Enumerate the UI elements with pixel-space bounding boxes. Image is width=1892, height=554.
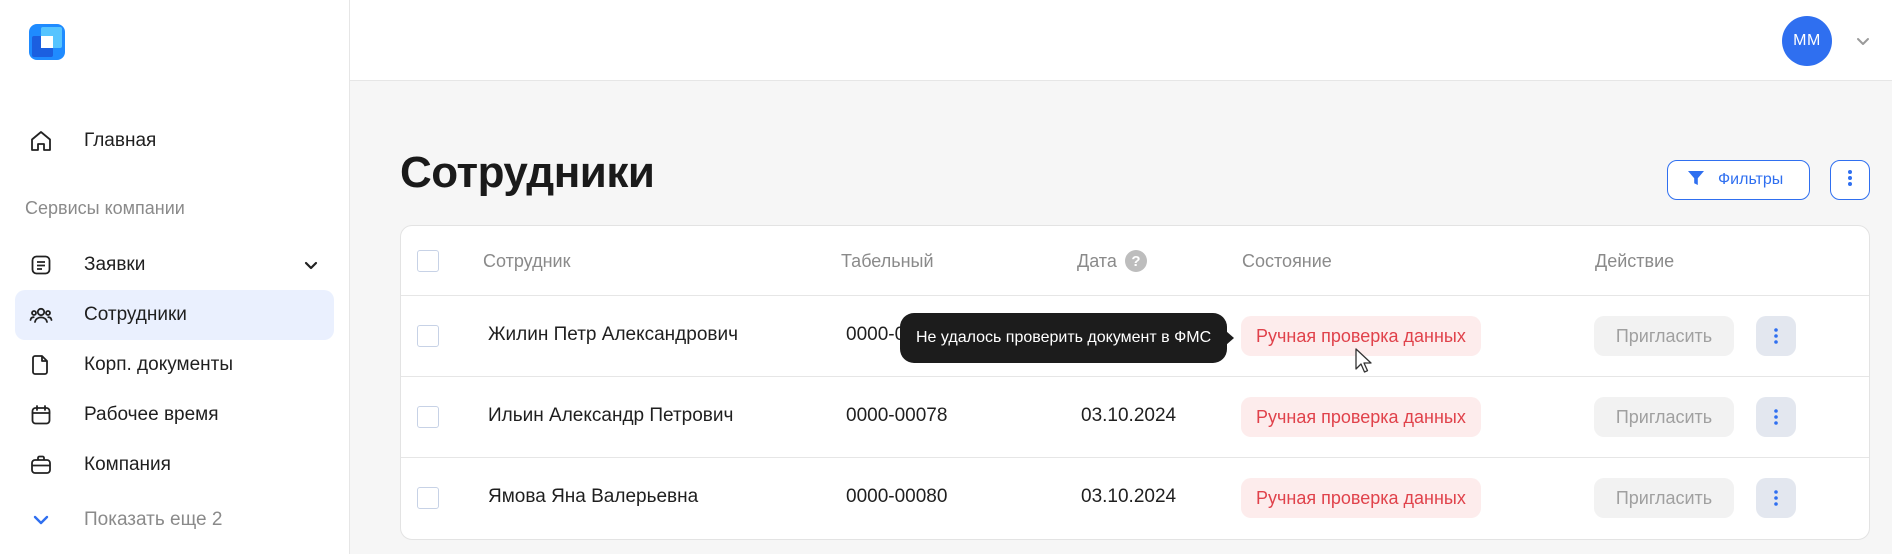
- sidebar-item-label: Сотрудники: [84, 304, 187, 325]
- row-checkbox[interactable]: [417, 487, 439, 509]
- chevron-down-icon: [29, 508, 53, 532]
- sidebar-item-label: Компания: [84, 454, 171, 475]
- filters-button[interactable]: Фильтры: [1667, 160, 1810, 200]
- employee-name[interactable]: Жилин Петр Александрович: [488, 324, 738, 346]
- sidebar-item-work-time[interactable]: Рабочее время: [15, 390, 334, 440]
- date: 03.10.2024: [1081, 486, 1177, 507]
- list-icon: [29, 253, 53, 277]
- status-badge[interactable]: Ручная проверка данных: [1241, 478, 1481, 518]
- kebab-icon: [1774, 409, 1778, 425]
- column-action: Действие: [1595, 251, 1675, 271]
- sidebar-item-label: Заявки: [84, 254, 146, 275]
- invite-button[interactable]: Пригласить: [1594, 316, 1734, 356]
- row-checkbox[interactable]: [417, 325, 439, 347]
- table-row[interactable]: Ямова Яна Валерьевна 0000-00080 03.10.20…: [401, 458, 1869, 539]
- sidebar: Главная Сервисы компании Заявки Сотрудни…: [0, 0, 350, 554]
- briefcase-icon: [29, 453, 53, 477]
- sidebar-item-company[interactable]: Компания: [15, 440, 334, 490]
- column-tab-number[interactable]: Табельный: [841, 251, 934, 272]
- more-options-button[interactable]: [1830, 160, 1870, 200]
- sidebar-item-employees[interactable]: Сотрудники: [15, 290, 334, 340]
- mouse-cursor-icon: [1355, 348, 1372, 373]
- row-more-button[interactable]: [1756, 316, 1796, 356]
- table-header: Сотрудник Табельный Дата ? Состояние Дей…: [401, 226, 1869, 296]
- chevron-down-icon[interactable]: [302, 256, 320, 274]
- topbar: ММ: [350, 0, 1892, 81]
- tab-number: 0000-0: [846, 324, 906, 345]
- home-icon: [29, 129, 53, 153]
- page-title: Сотрудники: [400, 148, 655, 197]
- table-row[interactable]: Ильин Александр Петрович 0000-00078 03.1…: [401, 377, 1869, 458]
- employees-table: Сотрудник Табельный Дата ? Состояние Дей…: [400, 225, 1870, 540]
- filter-icon: [1686, 168, 1706, 193]
- sidebar-item-label: Рабочее время: [84, 404, 219, 425]
- app: Главная Сервисы компании Заявки Сотрудни…: [0, 0, 1892, 554]
- sidebar-item-label: Корп. документы: [84, 354, 233, 375]
- sidebar-item-documents[interactable]: Корп. документы: [15, 340, 334, 390]
- tab-number: 0000-00078: [846, 405, 948, 426]
- filters-label: Фильтры: [1718, 171, 1784, 188]
- row-checkbox[interactable]: [417, 406, 439, 428]
- invite-button[interactable]: Пригласить: [1594, 397, 1734, 437]
- row-more-button[interactable]: [1756, 397, 1796, 437]
- calendar-icon: [29, 403, 53, 427]
- tab-number: 0000-00080: [846, 486, 948, 507]
- show-more-button[interactable]: Показать еще 2: [15, 495, 334, 545]
- kebab-icon: [1847, 169, 1853, 192]
- kebab-icon: [1774, 328, 1778, 344]
- column-employee[interactable]: Сотрудник: [483, 251, 570, 272]
- tooltip: Не удалось проверить документ в ФМС: [900, 313, 1235, 363]
- users-icon: [29, 303, 53, 327]
- show-more-label: Показать еще 2: [84, 509, 223, 530]
- column-state[interactable]: Состояние: [1242, 251, 1332, 272]
- select-all-checkbox[interactable]: [417, 250, 439, 272]
- employee-name[interactable]: Ильин Александр Петрович: [488, 405, 733, 427]
- logo[interactable]: [29, 24, 65, 60]
- sidebar-item-home[interactable]: Главная: [15, 116, 334, 166]
- invite-button[interactable]: Пригласить: [1594, 478, 1734, 518]
- date: 03.10.2024: [1081, 405, 1177, 426]
- avatar[interactable]: ММ: [1782, 16, 1832, 66]
- kebab-icon: [1774, 490, 1778, 506]
- row-more-button[interactable]: [1756, 478, 1796, 518]
- help-icon[interactable]: ?: [1125, 250, 1147, 272]
- sidebar-item-label: Главная: [84, 130, 157, 151]
- status-badge[interactable]: Ручная проверка данных: [1241, 397, 1481, 437]
- document-icon: [29, 353, 53, 377]
- column-date[interactable]: Дата: [1077, 251, 1117, 272]
- employee-name[interactable]: Ямова Яна Валерьевна: [488, 486, 698, 508]
- sidebar-item-requests[interactable]: Заявки: [15, 240, 334, 290]
- chevron-down-icon[interactable]: [1854, 32, 1872, 50]
- section-label: Сервисы компании: [25, 198, 185, 218]
